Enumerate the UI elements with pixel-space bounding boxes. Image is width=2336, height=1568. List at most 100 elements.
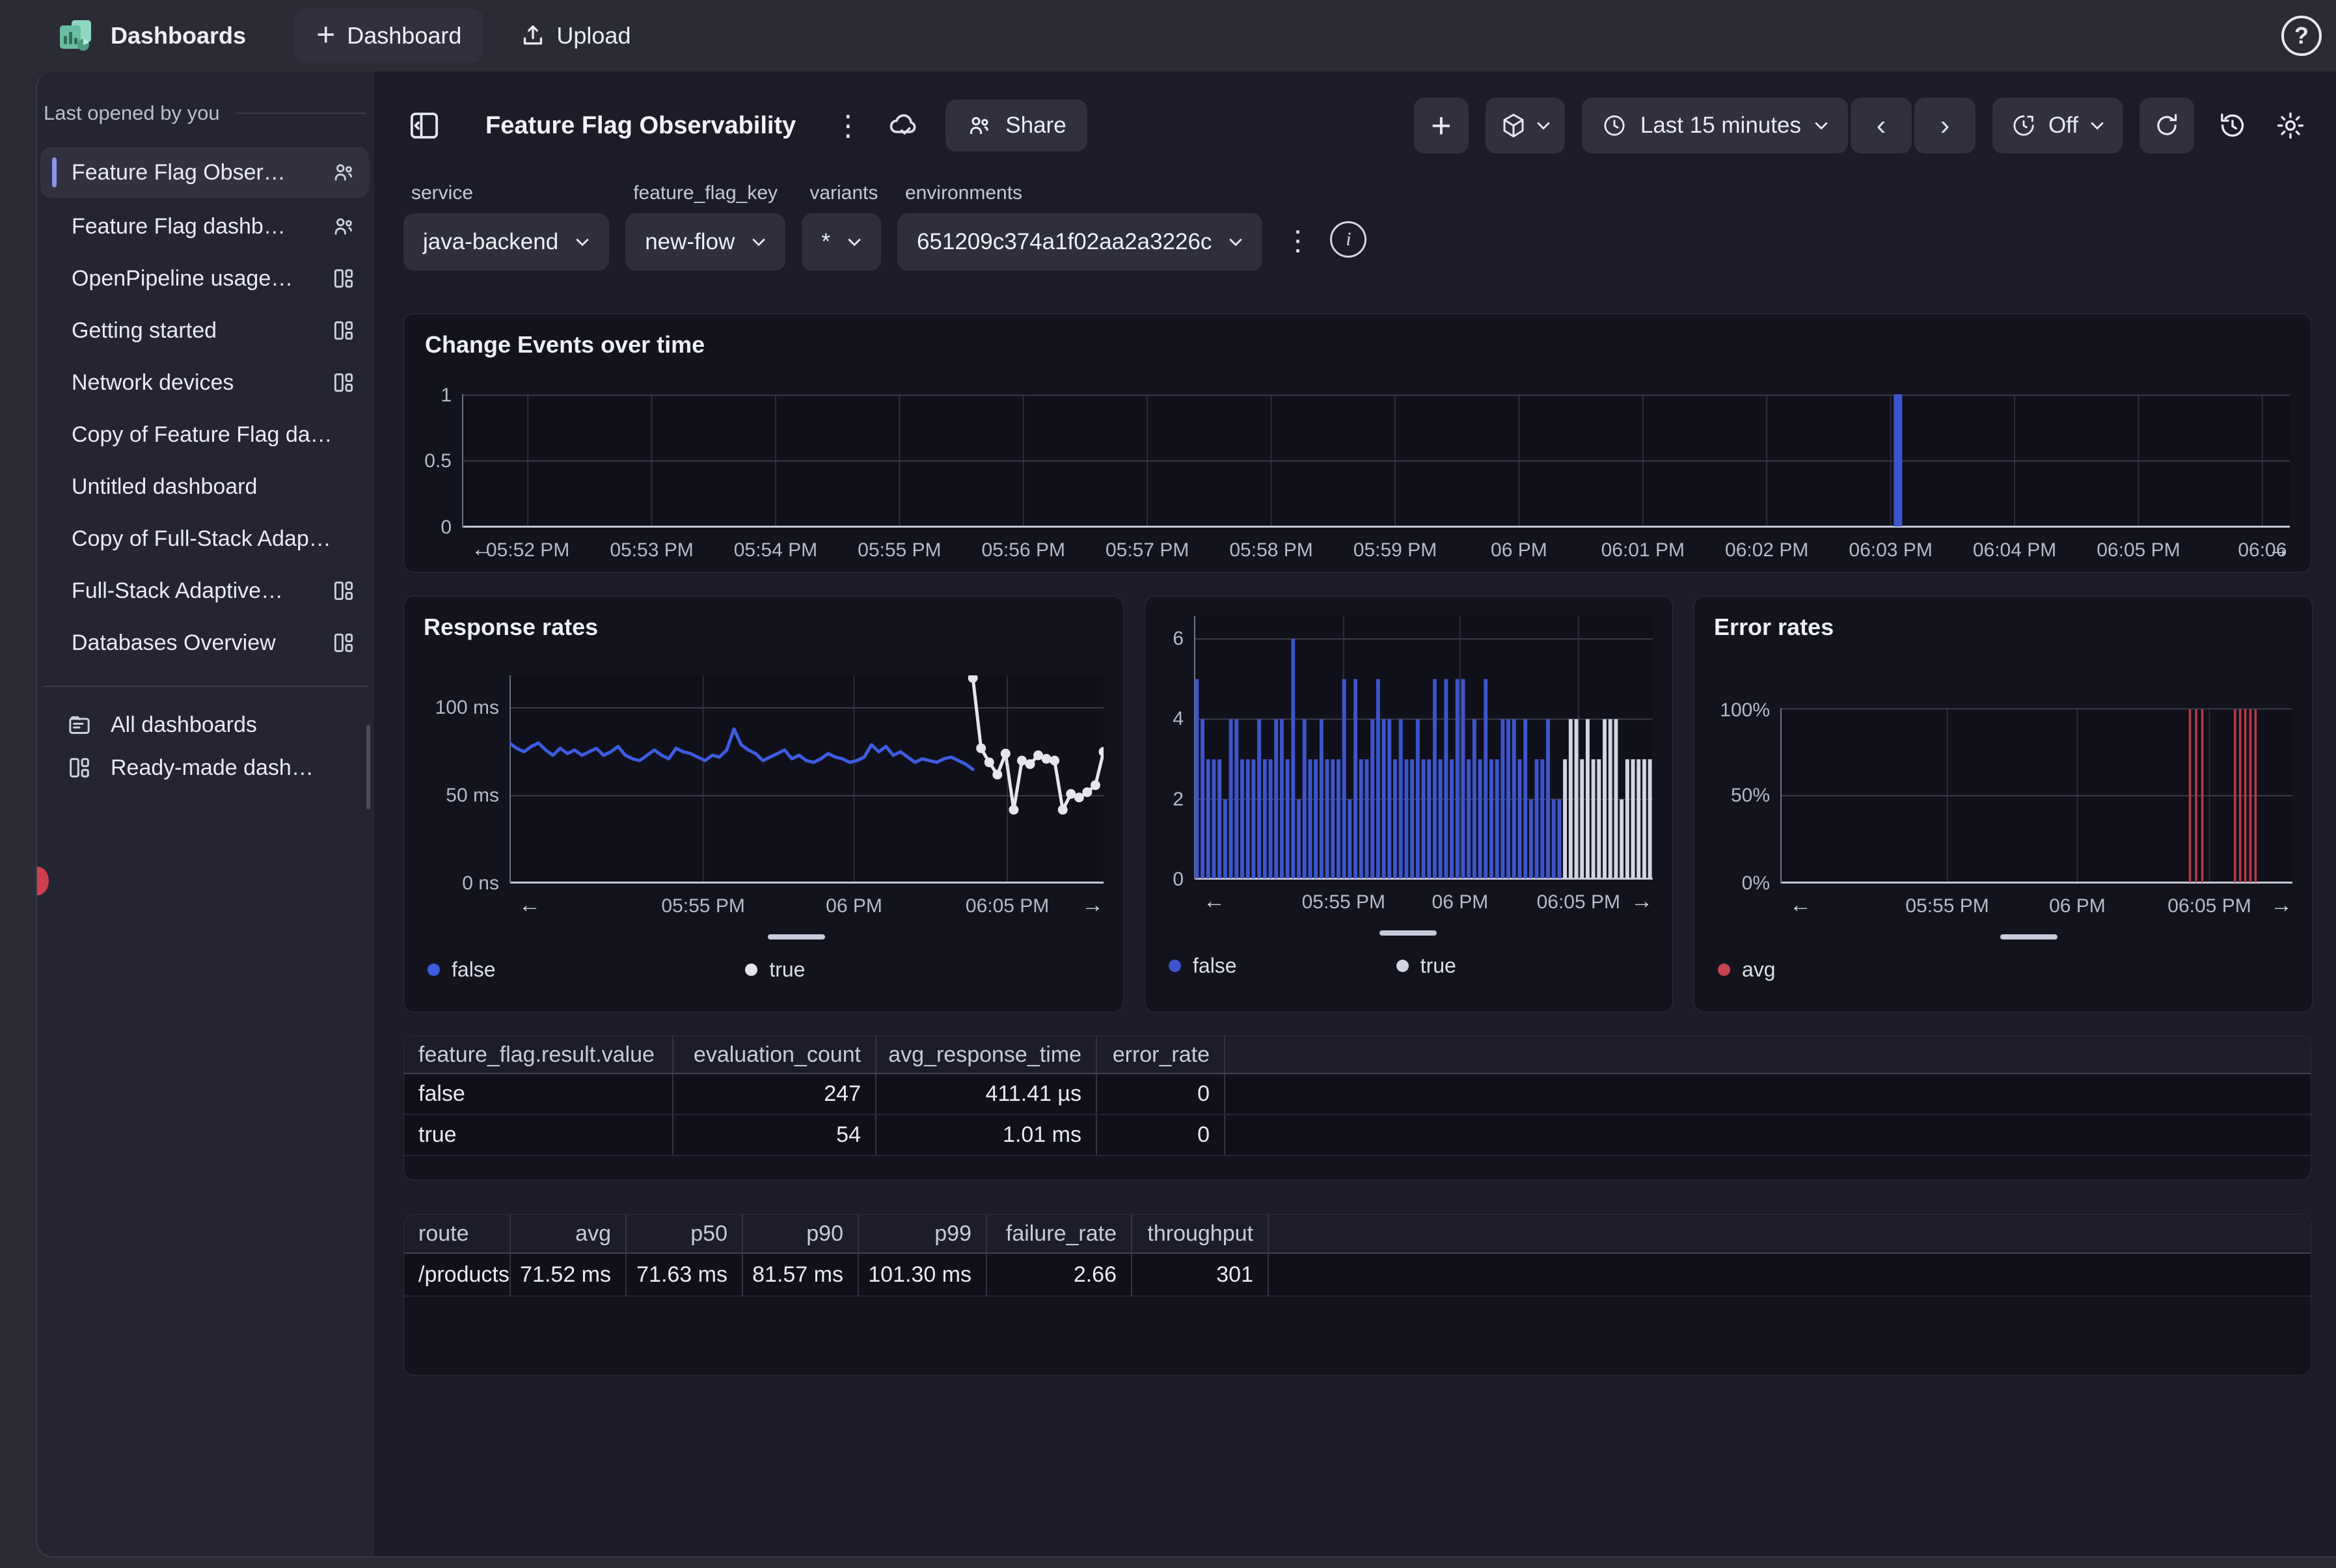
history-button[interactable] xyxy=(2211,98,2253,154)
table-cell: 71.52 ms xyxy=(511,1254,627,1295)
auto-refresh-toggle[interactable]: Off xyxy=(1992,98,2123,154)
legend-item-true[interactable]: true xyxy=(1396,954,1456,978)
x-tick-label: 06:05 PM xyxy=(2097,539,2180,561)
filter-label: feature_flag_key xyxy=(625,182,785,204)
legend-dot xyxy=(1718,964,1730,976)
sidebar-item-9[interactable]: Full-Stack Adaptive… xyxy=(40,567,369,614)
error-rates-chart[interactable]: 100%50%0% xyxy=(1714,708,2292,884)
app-title: Dashboards xyxy=(111,22,246,49)
pan-left-arrow[interactable]: ← xyxy=(519,893,541,918)
x-tick-label: 06:05 PM xyxy=(966,895,1049,917)
sidebar-scrollbar[interactable] xyxy=(366,725,370,809)
filter-group-environments: environments651209c374a1f02aa2a3226c xyxy=(897,182,1263,271)
pan-right-arrow[interactable]: → xyxy=(2270,893,2292,918)
sidebar-item-label: Databases Overview xyxy=(72,630,331,656)
row-filler xyxy=(1269,1254,2311,1295)
filter-dropdown-feature_flag_key[interactable]: new-flow xyxy=(625,213,785,271)
row-filler xyxy=(1225,1115,2311,1155)
time-forward-button[interactable]: › xyxy=(1914,98,1976,154)
page-title: Feature Flag Observability xyxy=(485,112,796,140)
people-icon xyxy=(331,160,356,185)
filter-dropdown-variants[interactable]: * xyxy=(802,213,881,271)
legend-dot xyxy=(1169,960,1181,972)
legend-label: true xyxy=(1420,954,1456,978)
x-tick-label: 06:02 PM xyxy=(1725,539,1808,561)
sidebar-footer-item-2[interactable]: Ready-made dash… xyxy=(40,747,369,789)
people-icon xyxy=(331,214,356,239)
settings-button[interactable] xyxy=(2270,98,2311,154)
sidebar-item-6[interactable]: Copy of Feature Flag da… xyxy=(40,411,369,458)
header-filler xyxy=(1269,1215,2311,1252)
share-button[interactable]: Share xyxy=(945,100,1087,152)
sidebar-item-label: OpenPipeline usage… xyxy=(72,266,331,291)
sidebar-item-7[interactable]: Untitled dashboard xyxy=(40,463,369,510)
add-tile-button[interactable]: + xyxy=(1414,98,1469,154)
column-header-evaluation_count: evaluation_count xyxy=(673,1036,876,1073)
charts-row: Response rates 100 ms50 ms0 ns ← 05:55 PM… xyxy=(403,596,2311,1012)
dashboard-header: Feature Flag Observability ⋮ Share + xyxy=(403,98,2311,154)
chart-scrollbar[interactable] xyxy=(768,934,825,939)
sidebar-item-8[interactable]: Copy of Full-Stack Adap… xyxy=(40,515,369,562)
filter-dropdown-service[interactable]: java-backend xyxy=(403,213,609,271)
filter-label: variants xyxy=(802,182,881,204)
time-back-button[interactable]: ‹ xyxy=(1851,98,1912,154)
sidebar-item-1[interactable]: Feature Flag Obser… xyxy=(40,147,369,198)
environment-selector[interactable] xyxy=(1486,98,1565,154)
x-tick-label: 05:55 PM xyxy=(661,895,744,917)
help-button[interactable]: ? xyxy=(2281,16,2322,56)
pan-left-arrow[interactable]: ← xyxy=(1203,889,1225,914)
legend-label: false xyxy=(1193,954,1237,978)
grid-icon xyxy=(331,266,356,291)
table-cell: 101.30 ms xyxy=(859,1254,987,1295)
info-icon[interactable]: i xyxy=(1330,221,1366,258)
upload-button[interactable]: Upload xyxy=(509,8,641,63)
x-tick-label: 05:53 PM xyxy=(610,539,693,561)
x-tick-label: 05:54 PM xyxy=(734,539,817,561)
chart-scrollbar[interactable] xyxy=(1379,930,1437,936)
dashboard-menu-button[interactable]: ⋮ xyxy=(834,109,860,142)
sidebar-item-2[interactable]: Feature Flag dashb… xyxy=(40,203,369,250)
filter-value: * xyxy=(821,229,830,255)
column-header-p99: p99 xyxy=(859,1215,987,1252)
filters-menu-button[interactable]: ⋮ xyxy=(1284,224,1311,256)
chart-title: Response rates xyxy=(424,614,1104,641)
table-cell: 71.63 ms xyxy=(627,1254,743,1295)
pan-right-arrow[interactable]: → xyxy=(1081,893,1104,918)
table-header-row: feature_flag.result.valueevaluation_coun… xyxy=(404,1036,2311,1074)
sidebar-item-5[interactable]: Network devices xyxy=(40,359,369,406)
evaluations-chart[interactable]: 6420 xyxy=(1165,616,1653,880)
y-tick-label: 6 xyxy=(1173,628,1184,650)
plus-icon: + xyxy=(316,18,335,51)
legend-item-false[interactable]: false xyxy=(1169,954,1396,978)
sidebar-collapse-button[interactable] xyxy=(403,105,445,146)
response-rates-chart[interactable]: 100 ms50 ms0 ns xyxy=(424,675,1104,884)
evaluations-card: 6420 ←05:55 PM06 PM06:05 PM→ falsetrue xyxy=(1145,596,1673,1012)
refresh-button[interactable] xyxy=(2139,98,2194,154)
sidebar-footer-item-1[interactable]: All dashboards xyxy=(40,704,369,746)
legend-item-avg[interactable]: avg xyxy=(1718,958,1988,982)
sidebar-item-4[interactable]: Getting started xyxy=(40,307,369,354)
sidebar-item-label: Full-Stack Adaptive… xyxy=(72,578,331,604)
filter-dropdown-environments[interactable]: 651209c374a1f02aa2a3226c xyxy=(897,213,1263,271)
change-event-marker[interactable] xyxy=(1894,394,1902,526)
sidebar-footer-label: Ready-made dash… xyxy=(111,755,314,781)
chevron-down-icon xyxy=(1536,121,1551,130)
change-events-chart[interactable]: 10.50 xyxy=(425,394,2290,528)
sidebar-item-3[interactable]: OpenPipeline usage… xyxy=(40,255,369,302)
filter-value: 651209c374a1f02aa2a3226c xyxy=(917,229,1212,255)
route-performance-table: routeavgp50p90p99failure_ratethroughput/… xyxy=(403,1214,2311,1375)
chart-scrollbar[interactable] xyxy=(2000,934,2058,939)
pan-right-arrow[interactable]: → xyxy=(1631,889,1653,914)
x-tick-label: 05:59 PM xyxy=(1353,539,1437,561)
sidebar-item-10[interactable]: Databases Overview xyxy=(40,619,369,666)
pan-left-arrow[interactable]: ← xyxy=(1789,893,1812,918)
y-tick-label: 1 xyxy=(441,385,452,407)
legend-item-true[interactable]: true xyxy=(745,958,805,982)
dashboard-tab[interactable]: + Dashboard xyxy=(294,8,483,63)
cloud-sync-icon[interactable] xyxy=(886,107,922,144)
y-tick-label: 50% xyxy=(1731,785,1770,807)
legend-item-false[interactable]: false xyxy=(428,958,745,982)
pan-right-arrow[interactable]: → xyxy=(2268,537,2290,562)
clock-icon xyxy=(1601,113,1627,139)
time-range-picker[interactable]: Last 15 minutes xyxy=(1582,98,1848,154)
